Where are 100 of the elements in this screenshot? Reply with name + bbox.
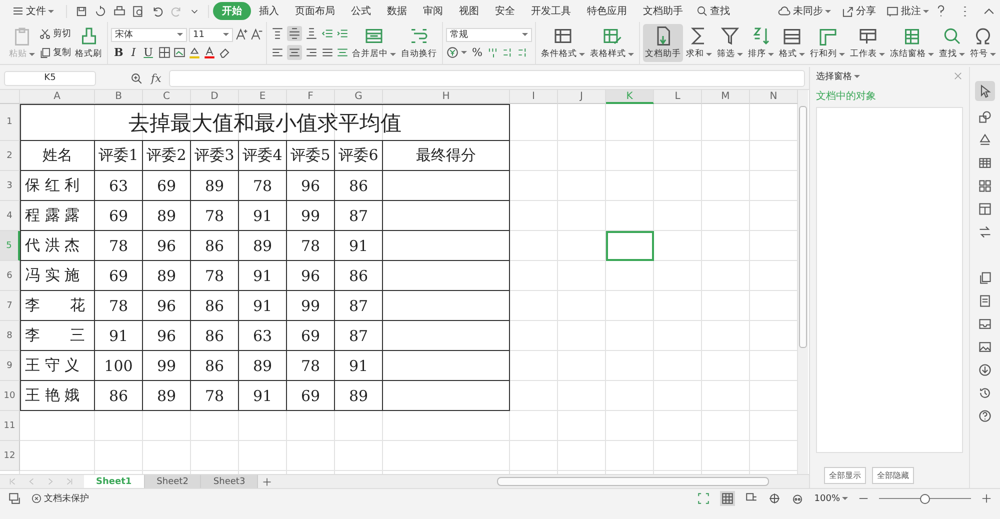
align-button[interactable] xyxy=(270,26,285,41)
copy-button[interactable]: 复制 xyxy=(38,45,72,60)
fill-color-icon xyxy=(188,46,201,58)
number-format-field[interactable]: 常规 xyxy=(446,28,532,42)
menu-tab[interactable]: 审阅 xyxy=(415,4,451,18)
column-header[interactable]: E xyxy=(239,90,287,104)
row-header[interactable]: 12 xyxy=(0,441,20,471)
add-sheet-icon xyxy=(262,476,272,486)
panel-button[interactable]: 全部显示 xyxy=(824,467,866,484)
column-header[interactable]: N xyxy=(750,90,798,104)
ribbon-button[interactable]: 查找 xyxy=(937,24,967,62)
table-cell: 78 xyxy=(95,291,143,321)
ribbon-button[interactable]: 筛选 xyxy=(715,24,745,62)
align-button[interactable] xyxy=(287,26,302,41)
panel-button[interactable]: 全部隐藏 xyxy=(872,467,914,484)
rows-columns-icon xyxy=(818,26,838,46)
ribbon-button[interactable]: 行和列 xyxy=(808,24,847,62)
menu-tab[interactable]: 特色应用 xyxy=(579,4,635,18)
ribbon-button[interactable]: 条件格式 xyxy=(539,24,587,62)
file-menu[interactable]: 文件 xyxy=(4,4,62,18)
table-cell: 86 xyxy=(191,321,239,351)
font-style-button[interactable]: U xyxy=(140,46,156,58)
row-header[interactable]: 6 xyxy=(0,261,20,291)
share-button[interactable]: 分享 xyxy=(836,4,881,18)
table-cell: 91 xyxy=(335,231,383,261)
menu-tab[interactable]: 插入 xyxy=(251,4,287,18)
horizontal-scrollbar[interactable] xyxy=(497,477,770,486)
ribbon-button[interactable]: 符号 xyxy=(968,24,998,62)
menu-tab[interactable]: 文档助手 xyxy=(635,4,691,18)
ribbon-button[interactable]: 工作表 xyxy=(848,24,887,62)
percent-button[interactable]: % xyxy=(469,46,486,58)
column-header[interactable]: D xyxy=(191,90,239,104)
selected-cell[interactable] xyxy=(606,231,654,261)
omega-icon xyxy=(973,26,993,46)
sheet-tab[interactable]: Sheet3 xyxy=(201,475,258,488)
table-cell: 78 xyxy=(287,231,335,261)
sync-button[interactable]: 未同步 xyxy=(773,4,836,18)
protection-status[interactable]: 文档未保护 xyxy=(31,492,89,505)
row-header[interactable]: 10 xyxy=(0,381,20,411)
column-header[interactable]: F xyxy=(287,90,335,104)
ribbon-button[interactable]: 表格样式 xyxy=(588,24,636,62)
comment-button[interactable]: 批注 xyxy=(881,4,934,18)
increase-indent-icon xyxy=(336,27,349,40)
table-cell: 96 xyxy=(143,321,191,351)
ribbon-button[interactable]: 格式 xyxy=(777,24,807,62)
function-label[interactable]: fx xyxy=(151,72,162,84)
menu-icon xyxy=(12,5,24,17)
formula-input[interactable] xyxy=(169,70,806,86)
column-header[interactable]: A xyxy=(20,90,95,104)
column-heading: 最终得分 xyxy=(383,141,510,171)
row-header[interactable]: 8 xyxy=(0,321,20,351)
align-icon xyxy=(271,46,284,59)
row-header[interactable]: 11 xyxy=(0,411,20,441)
format-painter-button[interactable]: 格式刷 xyxy=(73,24,104,62)
column-header[interactable]: C xyxy=(143,90,191,104)
column-header[interactable]: H xyxy=(383,90,510,104)
wrap-text-button[interactable]: 自动换行 xyxy=(399,24,439,62)
align-button[interactable] xyxy=(304,26,319,41)
font-style-button[interactable]: B xyxy=(111,46,126,58)
sort-icon xyxy=(751,26,771,46)
column-header[interactable]: I xyxy=(510,90,558,104)
table-cell: 69 xyxy=(95,261,143,291)
font-style-button[interactable]: I xyxy=(128,46,139,58)
row-header[interactable]: 7 xyxy=(0,291,20,321)
menu-tab[interactable]: 安全 xyxy=(487,4,523,18)
align-button[interactable] xyxy=(287,45,302,60)
cut-button[interactable]: 剪切 xyxy=(38,26,72,41)
vertical-scrollbar[interactable] xyxy=(798,90,808,474)
column-header[interactable]: M xyxy=(702,90,750,104)
menu-tab[interactable]: 数据 xyxy=(379,4,415,18)
merge-center-button[interactable]: 合并居中 xyxy=(350,24,398,62)
column-heading: 评委1 xyxy=(95,141,143,171)
ribbon-button[interactable]: 文档助手 xyxy=(643,24,683,62)
search-button[interactable]: 查找 xyxy=(691,4,735,18)
row-header[interactable]: 1 xyxy=(0,104,20,141)
ribbon-button[interactable]: 排序 xyxy=(746,24,776,62)
ribbon-button[interactable]: 冻结窗格 xyxy=(888,24,936,62)
font-size-field[interactable]: 11 xyxy=(189,28,233,42)
column-header[interactable]: B xyxy=(95,90,143,104)
menu-tab[interactable]: 视图 xyxy=(451,4,487,18)
table-cell: 86 xyxy=(95,381,143,411)
row-header[interactable]: 9 xyxy=(0,351,20,381)
menu-tab[interactable]: 页面布局 xyxy=(287,4,343,18)
print-icon xyxy=(113,4,126,18)
font-name-field[interactable]: 宋体 xyxy=(111,28,187,42)
sheet-tab[interactable]: Sheet2 xyxy=(144,475,202,488)
row-header[interactable]: 2 xyxy=(0,141,20,171)
ribbon-button[interactable]: 求和 xyxy=(684,24,714,62)
column-header[interactable]: G xyxy=(335,90,383,104)
menu-tab[interactable]: 公式 xyxy=(343,4,379,18)
row-header[interactable]: 3 xyxy=(0,171,20,201)
slider-thumb[interactable] xyxy=(920,494,930,504)
panel-title[interactable]: 选择窗格 xyxy=(816,70,860,82)
row-header[interactable]: 4 xyxy=(0,201,20,231)
zoom-level[interactable]: 100% xyxy=(814,494,848,504)
column-header[interactable]: L xyxy=(654,90,702,104)
name-box[interactable]: K5 xyxy=(4,70,96,86)
column-header[interactable]: J xyxy=(558,90,606,104)
table-cell: 李 花 xyxy=(20,291,95,321)
menu-tab[interactable]: 开发工具 xyxy=(523,4,579,18)
